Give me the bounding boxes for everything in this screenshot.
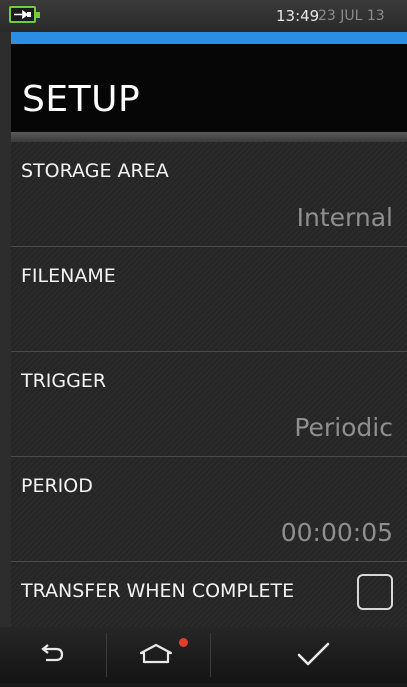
transfer-checkbox[interactable] [357, 574, 393, 610]
settings-list: STORAGE AREA Internal FILENAME TRIGGER P… [11, 142, 407, 627]
setting-transfer-when-complete[interactable]: TRANSFER WHEN COMPLETE [11, 562, 407, 627]
setting-trigger[interactable]: TRIGGER Periodic [11, 352, 407, 457]
setting-value: 00:00:05 [280, 518, 393, 547]
accent-bar [11, 32, 407, 44]
setting-label: PERIOD [21, 475, 93, 497]
back-button[interactable] [0, 627, 106, 683]
title-divider [11, 132, 407, 142]
setting-label: TRANSFER WHEN COMPLETE [21, 580, 295, 602]
back-arrow-icon [41, 644, 64, 662]
setting-label: TRIGGER [21, 370, 107, 392]
setting-value: Internal [296, 203, 393, 232]
home-icon [139, 643, 173, 664]
home-button[interactable] [107, 627, 210, 683]
setting-value: Periodic [294, 413, 393, 442]
setting-filename[interactable]: FILENAME [11, 247, 407, 352]
setting-storage-area[interactable]: STORAGE AREA Internal [11, 142, 407, 247]
setting-label: STORAGE AREA [21, 160, 169, 182]
title-bar: SETUP [11, 44, 407, 132]
bottom-nav [0, 627, 407, 683]
checkmark-icon [297, 642, 330, 666]
side-strip [0, 32, 11, 627]
setting-period[interactable]: PERIOD 00:00:05 [11, 457, 407, 562]
page-title: SETUP [22, 79, 141, 120]
notification-badge [179, 638, 188, 647]
confirm-button[interactable] [211, 627, 407, 683]
status-bar: 13:49 23 JUL 13 [0, 0, 407, 32]
setting-label: FILENAME [21, 265, 116, 287]
battery-charging-icon [9, 6, 40, 23]
status-time: 13:49 [276, 7, 320, 25]
status-date: 23 JUL 13 [318, 8, 385, 24]
